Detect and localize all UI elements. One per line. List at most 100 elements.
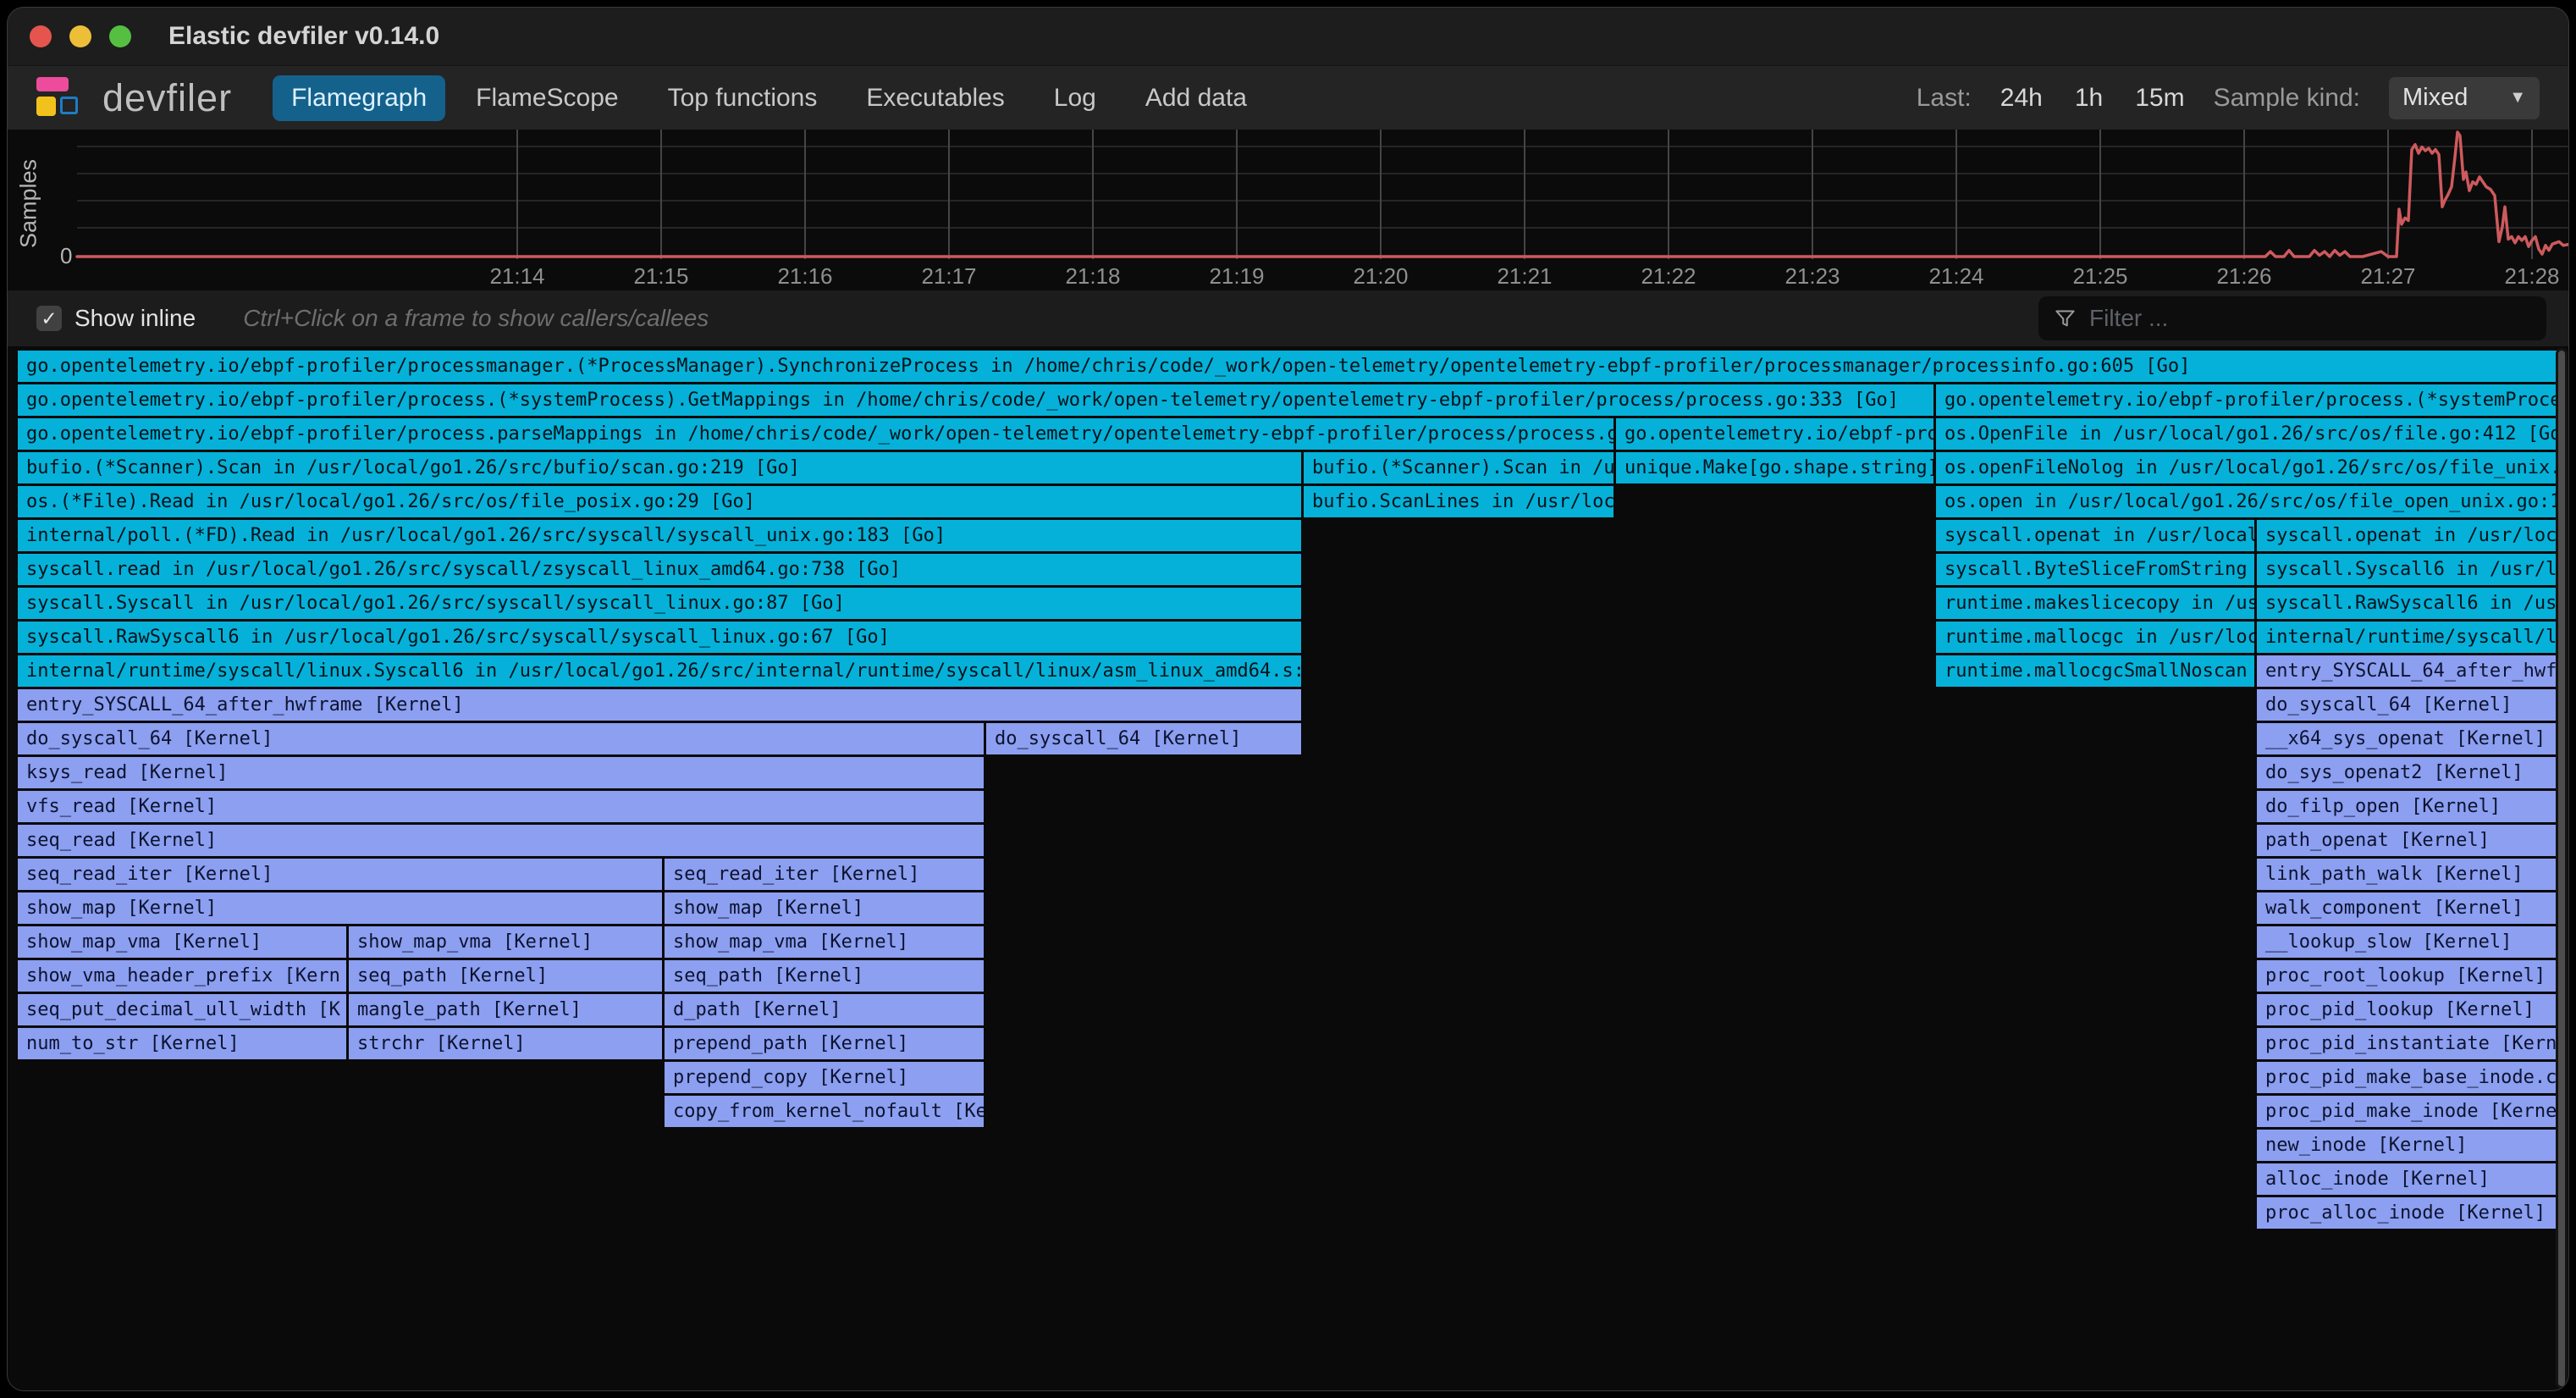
flame-frame-kernel[interactable]: new_inode [Kernel] (2257, 1130, 2559, 1161)
tab-flamegraph[interactable]: Flamegraph (273, 75, 445, 121)
chart-y-zero-tick: 0 (60, 243, 72, 269)
flame-frame-kernel[interactable]: show_map_vma [Kernel] (349, 926, 662, 958)
flame-frame-go[interactable]: os.(*File).Read in /usr/local/go1.26/src… (18, 486, 1301, 517)
flame-frame-kernel[interactable]: proc_root_lookup [Kernel] (2257, 960, 2559, 992)
show-inline-checkbox[interactable]: ✓ (36, 306, 62, 331)
flame-frame-kernel[interactable]: num_to_str [Kernel] (18, 1028, 346, 1059)
flame-frame-go[interactable]: runtime.makeslicecopy in /us (1936, 588, 2254, 619)
filter-input[interactable] (2088, 304, 2531, 333)
flame-frame-kernel[interactable]: seq_path [Kernel] (349, 960, 662, 992)
flame-frame-go[interactable]: runtime.mallocgcSmallNoscan (1936, 655, 2254, 687)
flame-frame-go[interactable]: internal/runtime/syscall/linux.Syscall6 … (18, 655, 1301, 687)
flame-frame-go[interactable]: syscall.Syscall6 in /usr/l (2257, 554, 2559, 585)
flame-frame-kernel[interactable]: strchr [Kernel] (349, 1028, 662, 1059)
vertical-scrollbar[interactable] (2556, 348, 2568, 1389)
flame-frame-go[interactable]: internal/runtime/syscall/l (2257, 622, 2559, 653)
flame-frame-kernel[interactable]: do_filp_open [Kernel] (2257, 791, 2559, 822)
tab-executables[interactable]: Executables (847, 75, 1023, 121)
tab-add-data[interactable]: Add data (1127, 75, 1266, 121)
flame-frame-kernel[interactable]: seq_put_decimal_ull_width [K (18, 994, 346, 1025)
x-tick-label: 21:23 (1766, 263, 1859, 290)
flame-frame-kernel[interactable]: vfs_read [Kernel] (18, 791, 984, 822)
sample-kind-dropdown[interactable]: Mixed ▼ (2389, 77, 2540, 119)
time-range-15m[interactable]: 15m (2135, 84, 2184, 113)
flame-frame-kernel[interactable]: show_map_vma [Kernel] (18, 926, 346, 958)
x-tick-label: 21:28 (2485, 263, 2569, 290)
flame-frame-kernel[interactable]: entry_SYSCALL_64_after_hwframe [Kernel] (18, 689, 1301, 721)
flame-frame-kernel[interactable]: do_syscall_64 [Kernel] (2257, 689, 2559, 721)
flame-frame-kernel[interactable]: seq_read [Kernel] (18, 825, 984, 856)
traffic-lights (30, 25, 131, 47)
flame-frame-go[interactable]: os.OpenFile in /usr/local/go1.26/src/os/… (1936, 418, 2559, 450)
flame-frame-kernel[interactable]: prepend_copy [Kernel] (665, 1062, 984, 1093)
tab-flamescope[interactable]: FlameScope (457, 75, 637, 121)
flame-frame-kernel[interactable]: proc_pid_instantiate [Kern (2257, 1028, 2559, 1059)
flame-frame-go[interactable]: runtime.mallocgc in /usr/loc (1936, 622, 2254, 653)
flame-frame-go[interactable]: go.opentelemetry.io/ebpf-profiler/proces… (18, 384, 1933, 416)
flame-frame-go[interactable]: syscall.RawSyscall6 in /usr/local/go1.26… (18, 622, 1301, 653)
flame-frame-kernel[interactable]: proc_pid_make_inode [Kerne (2257, 1096, 2559, 1127)
flame-frame-kernel[interactable]: show_map_vma [Kernel] (665, 926, 984, 958)
flame-frame-go[interactable]: syscall.read in /usr/local/go1.26/src/sy… (18, 554, 1301, 585)
flame-frame-go[interactable]: os.openFileNolog in /usr/local/go1.26/sr… (1936, 452, 2559, 483)
flame-frame-kernel[interactable]: walk_component [Kernel] (2257, 892, 2559, 924)
maximize-window-button[interactable] (109, 25, 131, 47)
scrollbar-thumb[interactable] (2558, 351, 2565, 1386)
flame-frame-go[interactable]: unique.Make[go.shape.string] (1616, 452, 1933, 483)
flame-frame-go[interactable]: bufio.(*Scanner).Scan in /us (1304, 452, 1613, 483)
sample-kind-label: Sample kind: (2214, 84, 2360, 113)
flame-frame-kernel[interactable]: entry_SYSCALL_64_after_hwf (2257, 655, 2559, 687)
flame-frame-kernel[interactable]: __x64_sys_openat [Kernel] (2257, 723, 2559, 754)
x-tick-label: 21:21 (1478, 263, 1571, 290)
samples-timeline-chart[interactable]: Samples 0 21:1421:1521:1621:1721:1821:19… (8, 130, 2568, 290)
flame-frame-go[interactable]: syscall.RawSyscall6 in /us (2257, 588, 2559, 619)
last-label: Last: (1917, 84, 1972, 113)
flame-frame-kernel[interactable]: d_path [Kernel] (665, 994, 984, 1025)
flame-frame-go[interactable]: internal/poll.(*FD).Read in /usr/local/g… (18, 520, 1301, 551)
flame-frame-go[interactable]: bufio.ScanLines in /usr/loca (1304, 486, 1613, 517)
tab-top-functions[interactable]: Top functions (649, 75, 836, 121)
flame-frame-go[interactable]: go.opentelemetry.io/ebpf-pro (1616, 418, 1933, 450)
flame-frame-kernel[interactable]: do_sys_openat2 [Kernel] (2257, 757, 2559, 788)
flame-frame-go[interactable]: bufio.(*Scanner).Scan in /usr/local/go1.… (18, 452, 1301, 483)
brand-name: devfiler (102, 76, 232, 120)
flame-frame-kernel[interactable]: alloc_inode [Kernel] (2257, 1163, 2559, 1195)
filter-funnel-icon (2054, 307, 2077, 330)
flame-frame-kernel[interactable]: show_map [Kernel] (665, 892, 984, 924)
minimize-window-button[interactable] (69, 25, 91, 47)
flame-frame-kernel[interactable]: mangle_path [Kernel] (349, 994, 662, 1025)
flame-frame-kernel[interactable]: path_openat [Kernel] (2257, 825, 2559, 856)
chevron-down-icon: ▼ (2509, 88, 2526, 108)
flame-frame-kernel[interactable]: __lookup_slow [Kernel] (2257, 926, 2559, 958)
flame-frame-kernel[interactable]: do_syscall_64 [Kernel] (986, 723, 1301, 754)
flame-frame-kernel[interactable]: prepend_path [Kernel] (665, 1028, 984, 1059)
flame-frame-go[interactable]: syscall.Syscall in /usr/local/go1.26/src… (18, 588, 1301, 619)
chart-canvas (8, 130, 2569, 290)
flame-frame-go[interactable]: syscall.ByteSliceFromString (1936, 554, 2254, 585)
flame-frame-go[interactable]: syscall.openat in /usr/loc (2257, 520, 2559, 551)
x-tick-label: 21:22 (1622, 263, 1715, 290)
flame-frame-kernel[interactable]: seq_read_iter [Kernel] (665, 859, 984, 890)
x-tick-label: 21:17 (902, 263, 996, 290)
flame-frame-kernel[interactable]: seq_read_iter [Kernel] (18, 859, 662, 890)
flame-frame-kernel[interactable]: proc_pid_make_base_inode.c (2257, 1062, 2559, 1093)
flame-frame-kernel[interactable]: do_syscall_64 [Kernel] (18, 723, 984, 754)
filter-box[interactable] (2038, 296, 2546, 340)
time-range-24h[interactable]: 24h (2000, 84, 2043, 113)
close-window-button[interactable] (30, 25, 52, 47)
flame-frame-kernel[interactable]: seq_path [Kernel] (665, 960, 984, 992)
flame-frame-kernel[interactable]: ksys_read [Kernel] (18, 757, 984, 788)
flame-frame-kernel[interactable]: proc_pid_lookup [Kernel] (2257, 994, 2559, 1025)
tab-log[interactable]: Log (1035, 75, 1115, 121)
flame-frame-go[interactable]: go.opentelemetry.io/ebpf-profiler/proces… (18, 351, 2559, 382)
flame-frame-go[interactable]: go.opentelemetry.io/ebpf-profiler/proces… (18, 418, 1613, 450)
flame-frame-kernel[interactable]: link_path_walk [Kernel] (2257, 859, 2559, 890)
flame-frame-go[interactable]: os.open in /usr/local/go1.26/src/os/file… (1936, 486, 2559, 517)
flame-frame-kernel[interactable]: proc_alloc_inode [Kernel] (2257, 1197, 2559, 1229)
time-range-1h[interactable]: 1h (2075, 84, 2103, 113)
flame-frame-kernel[interactable]: show_map [Kernel] (18, 892, 662, 924)
flame-frame-kernel[interactable]: show_vma_header_prefix [Kern (18, 960, 346, 992)
flame-frame-go[interactable]: syscall.openat in /usr/local (1936, 520, 2254, 551)
flame-frame-go[interactable]: go.opentelemetry.io/ebpf-profiler/proces… (1936, 384, 2559, 416)
flame-frame-kernel[interactable]: copy_from_kernel_nofault [Ke (665, 1096, 984, 1127)
